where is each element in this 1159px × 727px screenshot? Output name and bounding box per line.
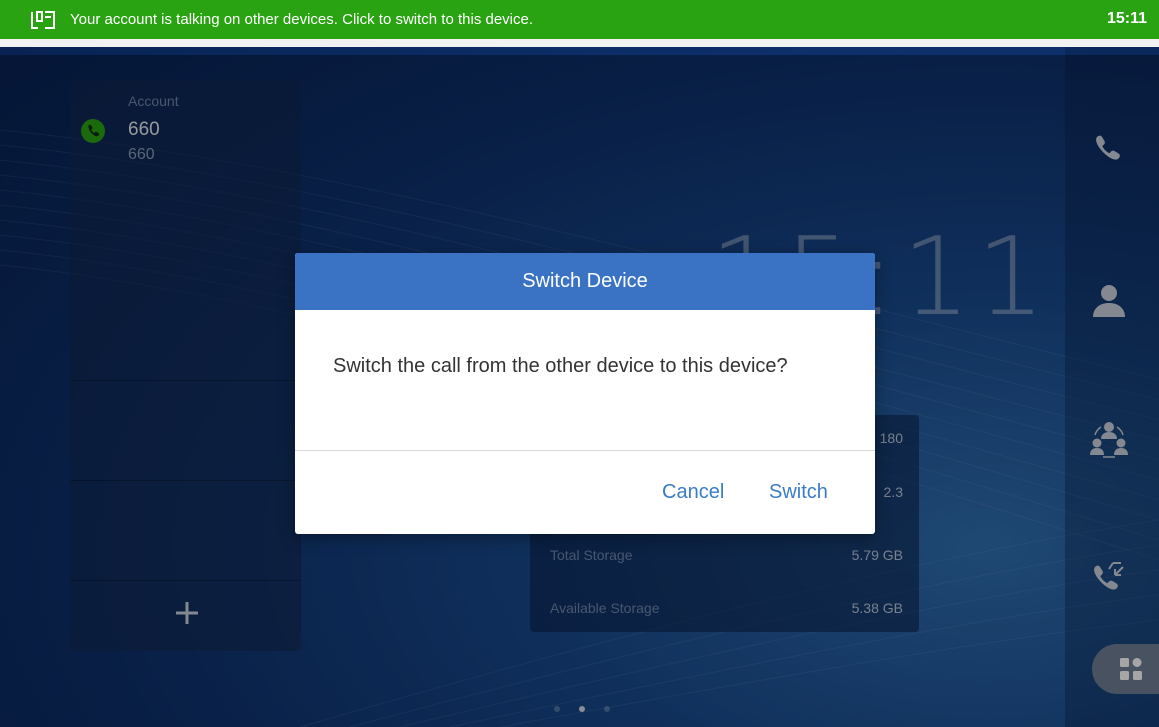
switch-device-dialog: Switch Device Switch the call from the o… (295, 253, 875, 534)
dialog-divider (295, 450, 875, 451)
status-time: 15:11 (1106, 10, 1147, 27)
notification-bar[interactable]: Your account is talking on other devices… (0, 0, 1159, 47)
screen: Account 660 660 15:11 PM 180 2.3 Total S… (0, 0, 1159, 727)
cancel-button[interactable]: Cancel (662, 481, 724, 504)
dialog-header: Switch Device (295, 253, 875, 310)
dialog-title: Switch Device (522, 270, 648, 292)
device-switch-icon (31, 11, 55, 29)
notification-message[interactable]: Your account is talking on other devices… (70, 11, 533, 28)
switch-button[interactable]: Switch (769, 481, 828, 504)
dialog-message: Switch the call from the other device to… (333, 355, 788, 377)
